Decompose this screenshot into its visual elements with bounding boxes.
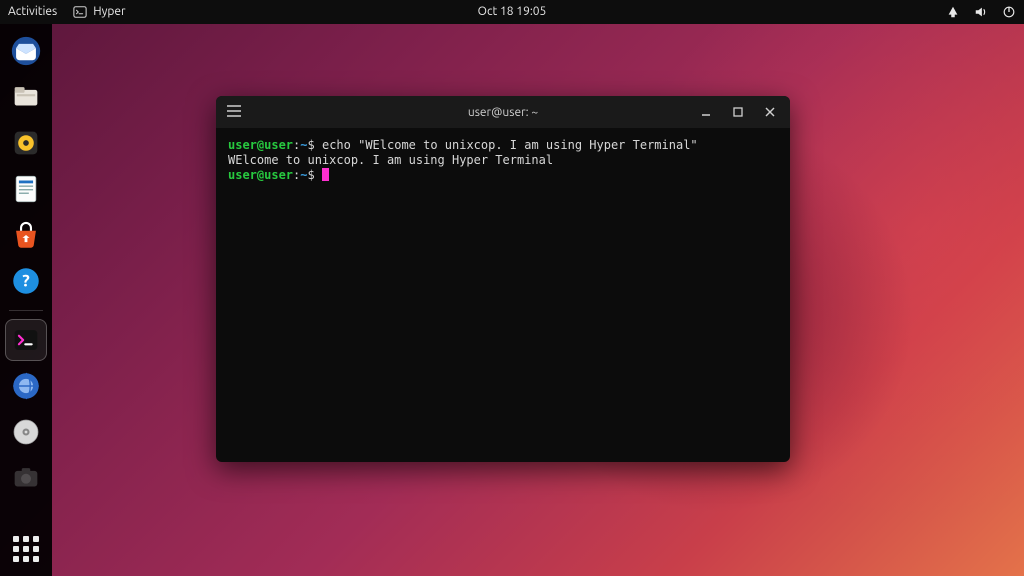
active-app-menu[interactable]: Hyper	[73, 0, 125, 24]
gnome-dock: ?	[0, 24, 52, 576]
dock-rhythmbox[interactable]	[5, 122, 47, 164]
window-minimize-button[interactable]	[692, 98, 720, 126]
clock[interactable]: Oct 18 19:05	[478, 0, 547, 24]
dock-hyper-terminal[interactable]	[5, 319, 47, 361]
dock-separator	[9, 310, 43, 311]
prompt-path: ~	[300, 138, 307, 152]
hamburger-menu-icon[interactable]	[226, 104, 242, 121]
dock-files[interactable]	[5, 76, 47, 118]
svg-text:?: ?	[22, 272, 30, 291]
dock-thunderbird[interactable]	[5, 30, 47, 72]
window-maximize-button[interactable]	[724, 98, 752, 126]
command-output: WElcome to unixcop. I am using Hyper Ter…	[228, 153, 553, 167]
command-text: echo "WElcome to unixcop. I am using Hyp…	[322, 138, 698, 152]
hyper-app-icon	[73, 5, 87, 19]
apps-grid-icon	[13, 536, 39, 562]
dock-libreoffice-writer[interactable]	[5, 168, 47, 210]
dock-help[interactable]: ?	[5, 260, 47, 302]
terminal-titlebar[interactable]: user@user: ~	[216, 96, 790, 128]
show-applications-button[interactable]	[5, 528, 47, 570]
activities-button[interactable]: Activities	[8, 0, 57, 24]
gnome-top-bar: Activities Hyper Oct 18 19:05	[0, 0, 1024, 24]
dock-disc-utility[interactable]	[5, 411, 47, 453]
prompt-user: user@user	[228, 138, 293, 152]
prompt-path: ~	[300, 168, 307, 182]
terminal-title: user@user: ~	[468, 106, 538, 119]
prompt-symbol: $	[308, 168, 315, 182]
terminal-cursor	[322, 168, 329, 181]
window-close-button[interactable]	[756, 98, 784, 126]
dock-software-store[interactable]	[5, 214, 47, 256]
active-app-label: Hyper	[93, 0, 125, 24]
volume-icon[interactable]	[974, 5, 988, 19]
dock-web-browser[interactable]	[5, 365, 47, 407]
power-icon[interactable]	[1002, 5, 1016, 19]
prompt-user: user@user	[228, 168, 293, 182]
terminal-content[interactable]: user@user:~$ echo "WElcome to unixcop. I…	[216, 128, 790, 462]
hyper-terminal-window: user@user: ~ user@user:~$ echo "WElcome …	[216, 96, 790, 462]
prompt-symbol: $	[308, 138, 315, 152]
dock-screenshot[interactable]	[5, 457, 47, 499]
network-icon[interactable]	[946, 5, 960, 19]
